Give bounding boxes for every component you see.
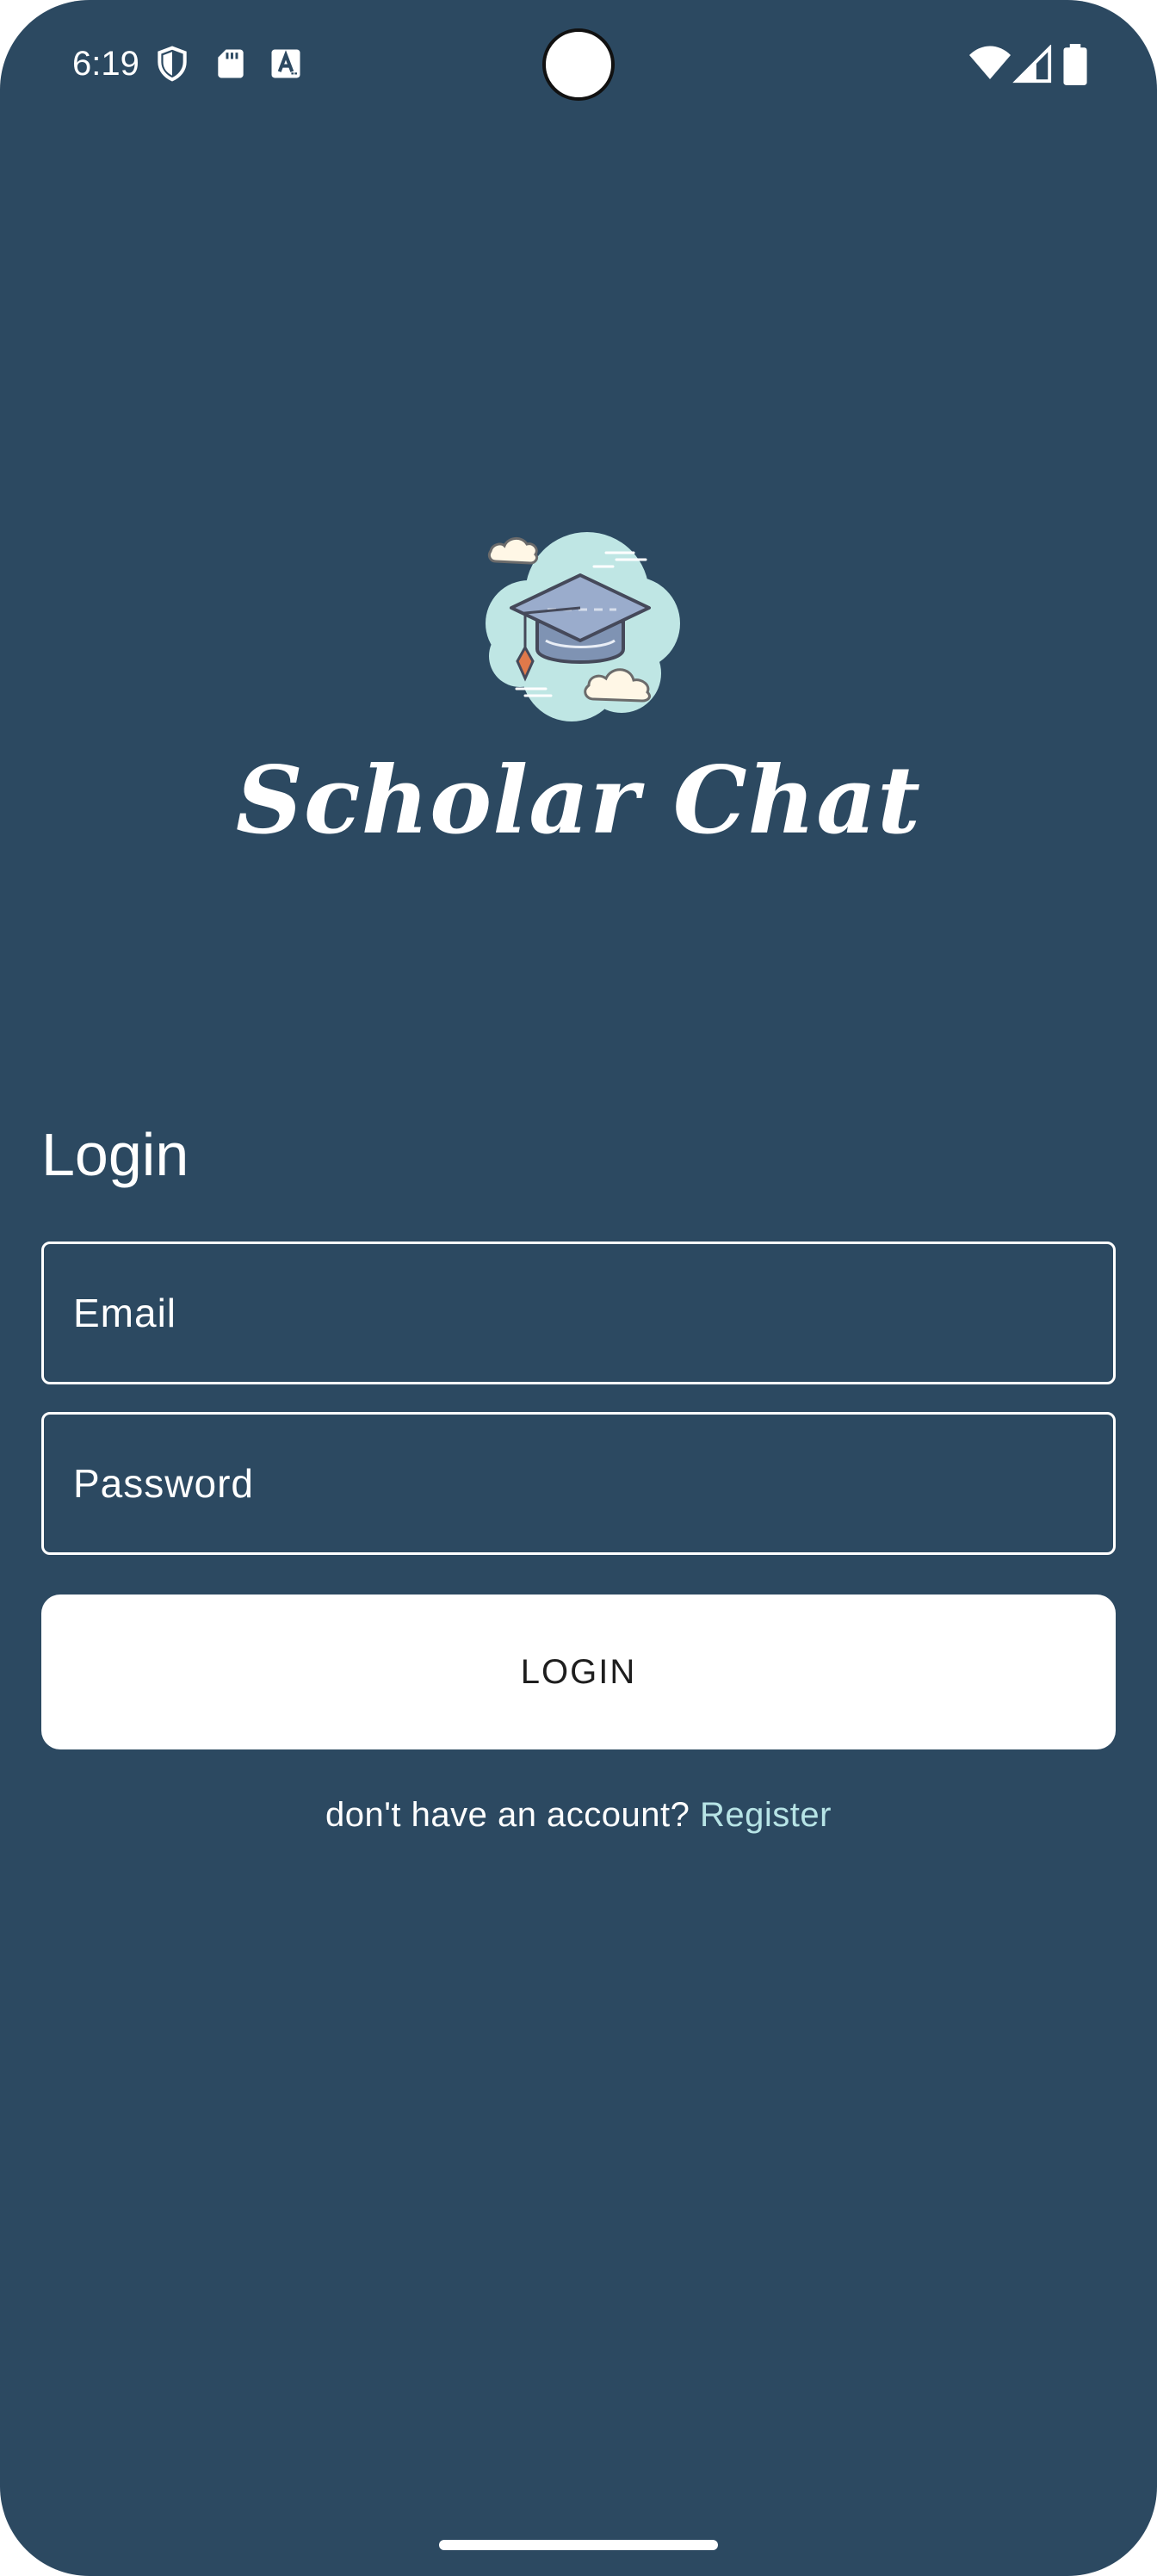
wifi-icon xyxy=(969,46,1011,79)
password-field[interactable] xyxy=(41,1412,1116,1555)
shield-icon xyxy=(158,46,187,82)
status-time: 6:19 xyxy=(72,45,139,83)
home-indicator[interactable] xyxy=(439,2540,718,2550)
register-link[interactable]: Register xyxy=(700,1796,832,1834)
app-title: Scholar Chat xyxy=(235,746,922,855)
login-button[interactable]: LOGIN xyxy=(41,1595,1116,1749)
sd-card-icon xyxy=(218,49,244,78)
front-camera-cutout xyxy=(542,28,615,101)
register-prompt: don't have an account? xyxy=(325,1796,690,1834)
login-screen: 6:19 Scholar Chat Login Email LOGIN don'… xyxy=(0,0,1157,2576)
graduation-cap-cloud-icon xyxy=(486,532,680,721)
cell-signal-icon xyxy=(1012,45,1052,84)
register-row: don't have an account? Register xyxy=(0,1791,1157,1839)
login-heading: Login xyxy=(41,1121,189,1188)
status-bar: 6:19 xyxy=(0,0,1157,129)
battery-icon xyxy=(1063,44,1087,85)
keyboard-a-icon xyxy=(271,49,300,78)
email-field[interactable] xyxy=(41,1242,1116,1384)
